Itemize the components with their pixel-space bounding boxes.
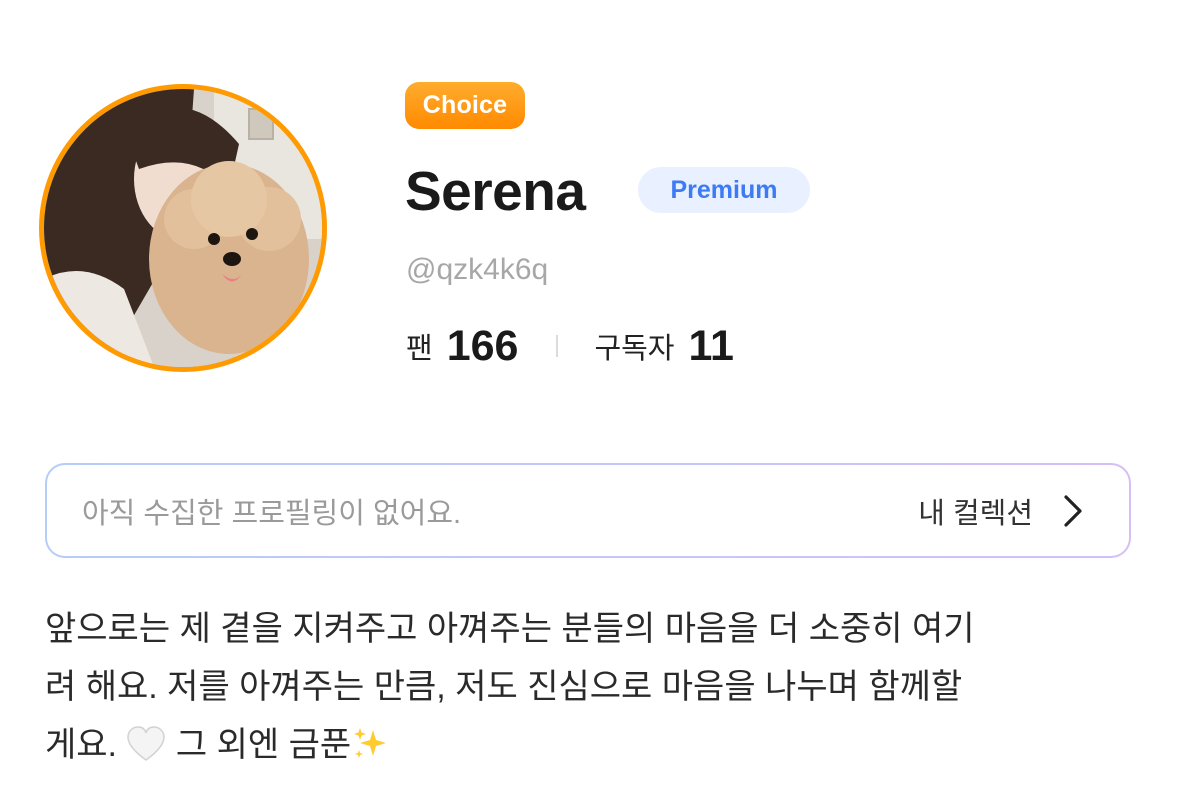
sparkles-icon [351, 722, 391, 758]
profile-name: Serena [405, 160, 586, 222]
bio-line-3-suffix: 그 외엔 금푼 [175, 726, 352, 764]
bio-line-3: 게요. 그 외엔 금푼 [45, 716, 1135, 774]
avatar[interactable] [39, 84, 327, 372]
bio-line-1: 앞으로는 제 곁을 지켜주고 아껴주는 분들의 마음을 더 소중히 여기 [45, 610, 975, 648]
bio-line-3-prefix: 게요. [45, 726, 118, 764]
profile-handle: @qzk4k6q [406, 253, 549, 286]
my-collection-link[interactable]: 내 컬렉션 [918, 490, 1083, 532]
premium-badge: Premium [638, 167, 810, 213]
collection-empty-text: 아직 수집한 프로필링이 없어요. [82, 497, 462, 530]
choice-badge: Choice [405, 82, 525, 129]
subscribers-label[interactable]: 구독자 [594, 325, 674, 367]
white-heart-icon [126, 722, 166, 761]
collection-bar[interactable]: 아직 수집한 프로필링이 없어요. 내 컬렉션 [45, 463, 1131, 558]
avatar-photo [44, 89, 322, 367]
profile-stats: 팬 166 구독자 11 [406, 318, 734, 374]
fans-count[interactable]: 166 [447, 322, 519, 371]
profile-bio: 앞으로는 제 곁을 지켜주고 아껴주는 분들의 마음을 더 소중히 여기 려 해… [45, 600, 1135, 774]
subscribers-count[interactable]: 11 [688, 322, 733, 371]
fans-label[interactable]: 팬 [406, 325, 433, 367]
bio-line-2: 려 해요. 저를 아껴주는 만큼, 저도 진심으로 마음을 나누며 함께할 [45, 668, 963, 706]
chevron-right-icon[interactable] [1063, 494, 1083, 528]
my-collection-label[interactable]: 내 컬렉션 [918, 490, 1033, 532]
stats-divider [556, 335, 559, 357]
